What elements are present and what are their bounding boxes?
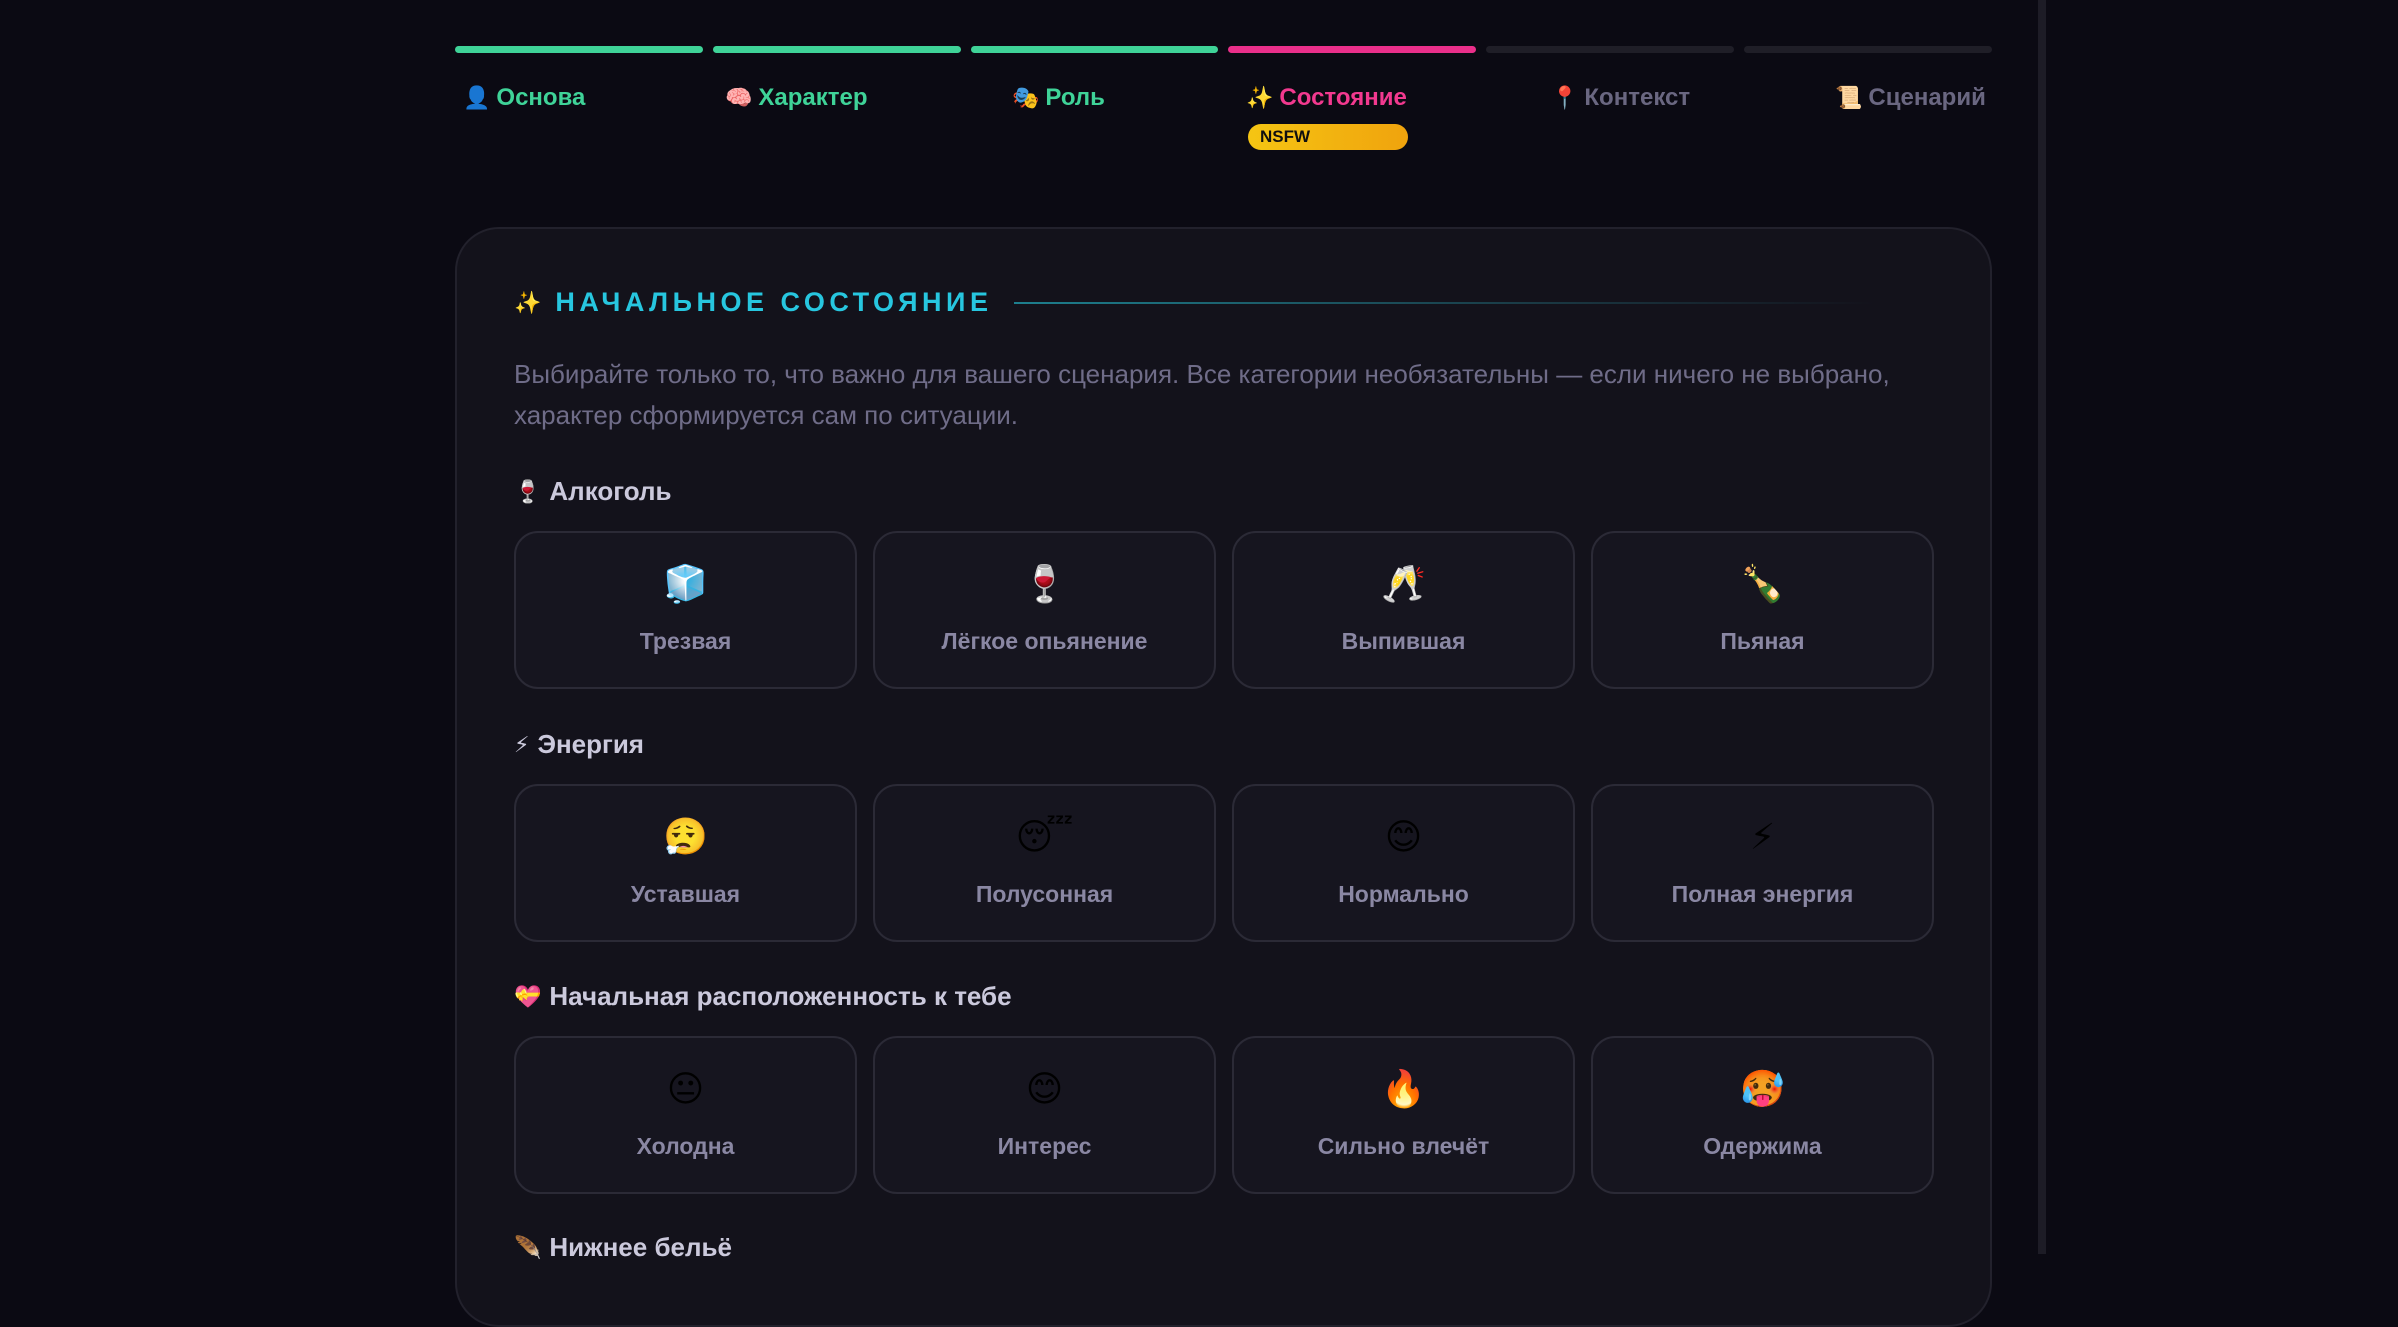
- option-sober[interactable]: 🧊 Трезвая: [514, 531, 857, 689]
- group-label: Энергия: [537, 729, 644, 759]
- option-label: Выпившая: [1341, 627, 1466, 654]
- pin-icon: 📍: [1551, 85, 1579, 110]
- ice-cube-icon: 🧊: [663, 562, 708, 604]
- progress-segment-3: [970, 46, 1219, 53]
- sparkles-icon: ✨: [514, 289, 542, 315]
- option-label: Интерес: [997, 1132, 1092, 1159]
- step-sostoyanie[interactable]: ✨ Состояние NSFW: [1246, 84, 1408, 150]
- exhaling-face-icon: 😮‍💨: [663, 815, 708, 857]
- step-osnova[interactable]: 👤 Основа: [463, 84, 585, 112]
- theater-masks-icon: 🎭: [1012, 85, 1040, 110]
- neutral-face-icon: 😐: [666, 1067, 705, 1109]
- right-panel-divider: [2038, 0, 2046, 1254]
- section-divider: [1014, 301, 1874, 304]
- step-kontekst[interactable]: 📍 Контекст: [1551, 84, 1690, 112]
- option-tired[interactable]: 😮‍💨 Уставшая: [514, 784, 857, 942]
- progress-bar: [455, 46, 1992, 53]
- step-label: Основа: [496, 84, 586, 111]
- option-label: Одержима: [1703, 1132, 1822, 1159]
- options-alcohol: 🧊 Трезвая 🍷 Лёгкое опьянение 🥂 Выпившая …: [514, 531, 1934, 689]
- option-cold[interactable]: 😐 Холодна: [514, 1036, 857, 1194]
- step-label: Роль: [1045, 84, 1105, 111]
- option-label: Сильно влечёт: [1317, 1132, 1490, 1159]
- option-obsessed[interactable]: 🥵 Одержима: [1591, 1036, 1934, 1194]
- lightning-icon: ⚡: [1749, 815, 1776, 857]
- group-title-alcohol: 🍷 Алкоголь: [514, 476, 671, 507]
- section-title: НАЧАЛЬНОЕ СОСТОЯНИЕ: [555, 287, 993, 317]
- progress-segment-5: [1486, 46, 1735, 53]
- option-label: Уставшая: [630, 880, 741, 907]
- step-label: Состояние: [1279, 84, 1407, 111]
- sleeping-face-icon: 😴: [1015, 815, 1074, 857]
- option-label: Полусонная: [975, 880, 1114, 907]
- sparkles-icon: ✨: [1246, 85, 1274, 110]
- heart-gift-icon: 💝: [514, 983, 542, 1009]
- group-title-energy: ⚡ Энергия: [514, 729, 644, 760]
- section-description: Выбирайте только то, что важно для вашег…: [514, 359, 1890, 430]
- step-harakter[interactable]: 🧠 Характер: [725, 84, 868, 112]
- option-label: Нормально: [1338, 880, 1469, 907]
- smiling-face-icon: 😊: [1384, 815, 1423, 857]
- option-strong-attraction[interactable]: 🔥 Сильно влечёт: [1232, 1036, 1575, 1194]
- nsfw-badge: NSFW: [1248, 124, 1408, 150]
- option-label: Трезвая: [639, 627, 732, 654]
- initial-state-card: ✨ НАЧАЛЬНОЕ СОСТОЯНИЕ Выбирайте только т…: [455, 227, 1992, 1327]
- step-label: Сценарий: [1868, 84, 1986, 111]
- step-nav: 👤 Основа 🧠 Характер 🎭 Роль ✨ Состояние N…: [455, 84, 1992, 164]
- clinking-glasses-icon: 🥂: [1381, 562, 1426, 604]
- step-label: Контекст: [1584, 84, 1691, 111]
- option-label: Холодна: [636, 1132, 735, 1159]
- wine-glass-icon: 🍷: [514, 478, 542, 504]
- progress-segment-1: [455, 46, 703, 53]
- option-label: Полная энергия: [1671, 880, 1854, 907]
- option-sleepy[interactable]: 😴 Полусонная: [873, 784, 1216, 942]
- fire-icon: 🔥: [1381, 1067, 1426, 1109]
- group-label: Алкоголь: [549, 476, 672, 506]
- step-scenariy[interactable]: 📜 Сценарий: [1835, 84, 1986, 112]
- option-label: Пьяная: [1720, 627, 1805, 654]
- options-energy: 😮‍💨 Уставшая 😴 Полусонная 😊 Нормально ⚡ …: [514, 784, 1934, 942]
- options-attitude: 😐 Холодна 😊 Интерес 🔥 Сильно влечёт 🥵 Од…: [514, 1036, 1934, 1194]
- option-normal[interactable]: 😊 Нормально: [1232, 784, 1575, 942]
- section-header: ✨ НАЧАЛЬНОЕ СОСТОЯНИЕ: [514, 287, 1874, 318]
- option-full-energy[interactable]: ⚡ Полная энергия: [1591, 784, 1934, 942]
- progress-segment-6: [1744, 46, 1992, 53]
- option-interest[interactable]: 😊 Интерес: [873, 1036, 1216, 1194]
- lightning-icon: ⚡: [514, 731, 530, 757]
- step-rol[interactable]: 🎭 Роль: [1012, 84, 1105, 112]
- group-title-underwear: 🪶 Нижнее бельё: [514, 1232, 732, 1263]
- brain-icon: 🧠: [725, 85, 753, 110]
- smiling-face-icon: 😊: [1025, 1067, 1064, 1109]
- person-icon: 👤: [463, 85, 491, 110]
- wine-glass-icon: 🍷: [1022, 562, 1067, 604]
- group-label: Нижнее бельё: [549, 1232, 732, 1262]
- option-drunk[interactable]: 🍾 Пьяная: [1591, 531, 1934, 689]
- progress-segment-4: [1228, 46, 1477, 53]
- champagne-bottle-icon: 🍾: [1740, 562, 1785, 604]
- hot-face-icon: 🥵: [1740, 1067, 1785, 1109]
- option-tipsy[interactable]: 🍷 Лёгкое опьянение: [873, 531, 1216, 689]
- option-drinking[interactable]: 🥂 Выпившая: [1232, 531, 1575, 689]
- step-label: Характер: [758, 84, 868, 111]
- option-label: Лёгкое опьянение: [941, 627, 1148, 654]
- progress-segment-2: [712, 46, 961, 53]
- feather-icon: 🪶: [514, 1234, 542, 1260]
- scroll-icon: 📜: [1835, 85, 1863, 110]
- group-label: Начальная расположенность к тебе: [549, 981, 1012, 1011]
- group-title-attitude: 💝 Начальная расположенность к тебе: [514, 981, 1012, 1012]
